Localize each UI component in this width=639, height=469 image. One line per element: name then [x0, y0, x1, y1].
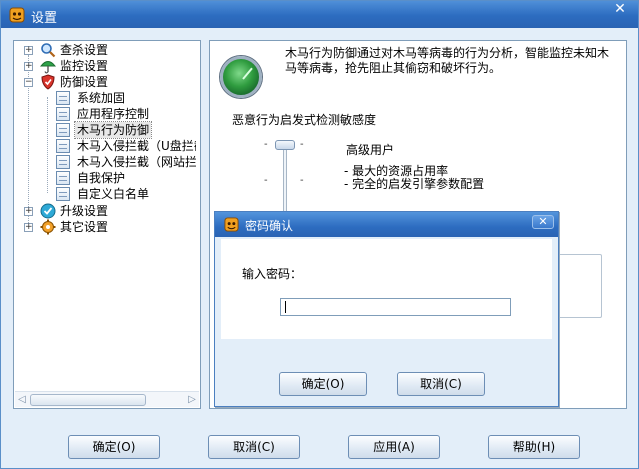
collapse-toggle[interactable]: −: [24, 78, 33, 87]
app-logo-icon: [9, 7, 25, 23]
level-detail: - 完全的启发引擎参数配置: [344, 177, 485, 191]
slider-tick: -: [264, 175, 268, 186]
tree-item-custom-whitelist[interactable]: 自定义白名单: [56, 186, 196, 202]
window-close-button[interactable]: ✕: [610, 2, 630, 18]
umbrella-icon: [40, 61, 56, 74]
password-input[interactable]: [280, 298, 511, 316]
tree-item-label: 防御设置: [60, 75, 109, 89]
gear-icon: [40, 219, 56, 235]
sensitivity-level-name: 高级用户: [346, 143, 395, 157]
expand-toggle[interactable]: +: [24, 207, 33, 216]
app-logo-icon: [224, 217, 239, 232]
tree-guide-line: [47, 97, 48, 193]
ok-button[interactable]: 确定(O): [68, 435, 160, 459]
close-icon: ✕: [614, 1, 626, 17]
check-icon: [40, 203, 56, 219]
dialog-title: 密码确认: [245, 219, 294, 233]
expand-toggle[interactable]: +: [24, 62, 33, 71]
tree-item-update-settings[interactable]: + 升级设置: [23, 203, 193, 219]
tree-item-scan-settings[interactable]: + 查杀设置: [23, 42, 193, 58]
apply-button[interactable]: 应用(A): [348, 435, 440, 459]
document-icon: [56, 123, 70, 137]
tree-item-label: 其它设置: [60, 220, 109, 234]
document-icon: [56, 187, 70, 201]
tree-item-defense-settings[interactable]: − 防御设置: [23, 74, 193, 90]
tree-item-other-settings[interactable]: + 其它设置: [23, 219, 193, 235]
tree-horizontal-scrollbar[interactable]: ◁ ▷: [15, 391, 199, 407]
window-title: 设置: [31, 11, 58, 26]
document-icon: [56, 155, 70, 169]
dialog-ok-button[interactable]: 确定(O): [279, 372, 367, 396]
slider-tick: -: [300, 139, 304, 150]
shield-icon: [41, 74, 55, 90]
tree-item-label: 木马入侵拦截（U盘拦截: [77, 139, 196, 153]
tree-item-web-intercept[interactable]: 木马入侵拦截（网站拦截: [56, 154, 196, 170]
tree-item-usb-intercept[interactable]: 木马入侵拦截（U盘拦截: [56, 138, 196, 154]
feature-description: 木马行为防御通过对木马等病毒的行为分析，智能监控未知木马等病毒，抢先阻止其偷窃和…: [285, 46, 610, 75]
document-icon: [56, 139, 70, 153]
scrollbar-thumb[interactable]: [30, 394, 146, 406]
dialog-cancel-button[interactable]: 取消(C): [397, 372, 485, 396]
password-dialog: 密码确认 ✕ 输入密码： 确定(O) 取消(C): [214, 211, 559, 407]
settings-window: 设置 ✕ + 查杀设置 + 监控设置 − 防御设置 系统加固 应用程序控制 木马…: [0, 0, 639, 469]
tree-item-label: 木马入侵拦截（网站拦截: [77, 155, 196, 169]
tree-item-label: 木马行为防御: [73, 121, 153, 139]
magnifier-icon: [41, 43, 56, 58]
cancel-button[interactable]: 取消(C): [208, 435, 300, 459]
scroll-left-icon[interactable]: ◁: [15, 393, 29, 407]
document-icon: [56, 171, 70, 185]
slider-tick: -: [300, 175, 304, 186]
settings-tree: + 查杀设置 + 监控设置 − 防御设置 系统加固 应用程序控制 木马行为防御 …: [13, 40, 201, 409]
tree-item-label: 系统加固: [77, 91, 126, 105]
sensitivity-slider-thumb[interactable]: [275, 140, 295, 150]
tree-item-trojan-behavior-defense[interactable]: 木马行为防御: [56, 121, 196, 139]
title-bar: 设置 ✕: [1, 1, 638, 28]
close-icon: ✕: [538, 215, 548, 228]
expand-toggle[interactable]: +: [24, 46, 33, 55]
sensitivity-title: 恶意行为启发式检测敏感度: [232, 113, 377, 127]
document-icon: [56, 107, 70, 121]
tree-item-label: 自我保护: [77, 171, 126, 185]
tree-item-label: 自定义白名单: [77, 187, 150, 201]
tree-item-label: 升级设置: [60, 204, 109, 218]
expand-toggle[interactable]: +: [24, 223, 33, 232]
tree-item-label: 监控设置: [60, 59, 109, 73]
scroll-right-icon[interactable]: ▷: [185, 393, 199, 407]
tree-item-monitor-settings[interactable]: + 监控设置: [23, 58, 193, 74]
document-icon: [56, 91, 70, 105]
dialog-title-bar: 密码确认 ✕: [215, 212, 558, 237]
tree-item-self-protection[interactable]: 自我保护: [56, 170, 196, 186]
slider-tick: -: [264, 139, 268, 150]
tree-item-app-control[interactable]: 应用程序控制: [56, 106, 196, 122]
help-button[interactable]: 帮助(H): [488, 435, 580, 459]
text-caret: [285, 301, 286, 313]
tree-item-label: 查杀设置: [60, 43, 109, 57]
password-label: 输入密码：: [242, 267, 303, 281]
tree-item-label: 应用程序控制: [77, 107, 150, 121]
radar-icon: [220, 56, 262, 98]
dialog-close-button[interactable]: ✕: [532, 215, 554, 229]
dialog-body: 输入密码：: [221, 239, 552, 339]
tree-item-system-hardening[interactable]: 系统加固: [56, 90, 196, 106]
